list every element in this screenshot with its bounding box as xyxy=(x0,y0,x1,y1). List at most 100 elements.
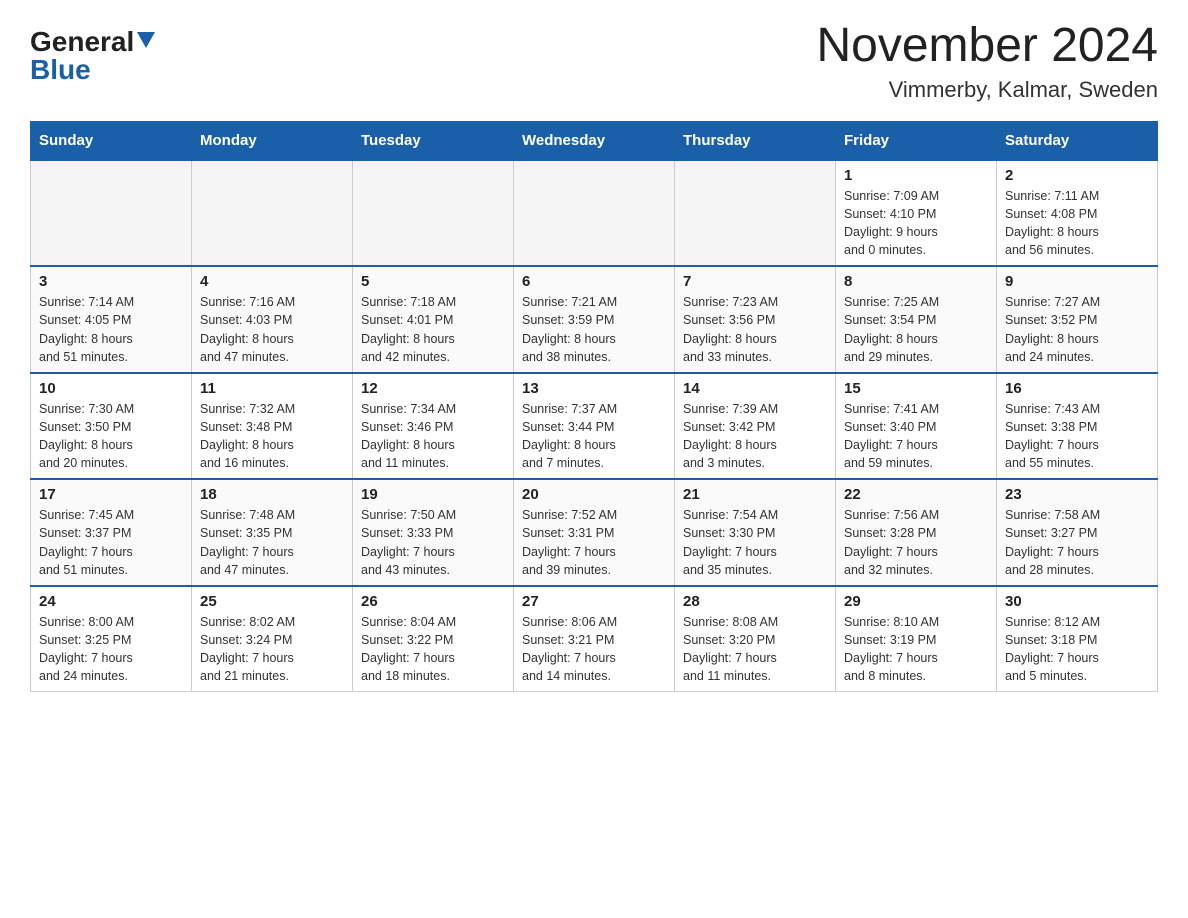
day-number: 20 xyxy=(522,486,666,503)
day-number: 18 xyxy=(200,486,344,503)
calendar-cell: 24 Sunrise: 8:00 AMSunset: 3:25 PMDayligh… xyxy=(31,586,192,692)
day-info: Sunrise: 7:41 AMSunset: 3:40 PMDaylight:… xyxy=(844,400,988,473)
day-number: 1 xyxy=(844,167,988,184)
calendar-cell: 15 Sunrise: 7:41 AMSunset: 3:40 PMDayligh… xyxy=(836,373,997,480)
day-number: 12 xyxy=(361,380,505,397)
calendar-cell: 12 Sunrise: 7:34 AMSunset: 3:46 PMDayligh… xyxy=(353,373,514,480)
day-number: 4 xyxy=(200,273,344,290)
weekday-header-saturday: Saturday xyxy=(997,121,1158,160)
calendar-cell: 18 Sunrise: 7:48 AMSunset: 3:35 PMDayligh… xyxy=(192,479,353,586)
weekday-header-row: SundayMondayTuesdayWednesdayThursdayFrid… xyxy=(31,121,1158,160)
day-number: 21 xyxy=(683,486,827,503)
day-info: Sunrise: 8:04 AMSunset: 3:22 PMDaylight:… xyxy=(361,613,505,686)
day-number: 5 xyxy=(361,273,505,290)
day-info: Sunrise: 7:34 AMSunset: 3:46 PMDaylight:… xyxy=(361,400,505,473)
calendar-cell: 19Sunrise: 7:50 AMSunset: 3:33 PMDayligh… xyxy=(353,479,514,586)
day-info: Sunrise: 7:52 AMSunset: 3:31 PMDaylight:… xyxy=(522,506,666,579)
day-info: Sunrise: 8:02 AMSunset: 3:24 PMDaylight:… xyxy=(200,613,344,686)
day-number: 24 xyxy=(39,593,183,610)
day-number: 9 xyxy=(1005,273,1149,290)
calendar-cell: 7Sunrise: 7:23 AMSunset: 3:56 PMDaylight… xyxy=(675,266,836,373)
day-number: 22 xyxy=(844,486,988,503)
calendar-cell: 10Sunrise: 7:30 AMSunset: 3:50 PMDayligh… xyxy=(31,373,192,480)
day-info: Sunrise: 7:45 AMSunset: 3:37 PMDaylight:… xyxy=(39,506,183,579)
day-number: 6 xyxy=(522,273,666,290)
month-title: November 2024 xyxy=(816,20,1158,73)
calendar-cell: 2Sunrise: 7:11 AMSunset: 4:08 PMDaylight… xyxy=(997,160,1158,267)
day-info: Sunrise: 7:56 AMSunset: 3:28 PMDaylight:… xyxy=(844,506,988,579)
weekday-header-wednesday: Wednesday xyxy=(514,121,675,160)
day-info: Sunrise: 7:32 AMSunset: 3:48 PMDaylight:… xyxy=(200,400,344,473)
location-title: Vimmerby, Kalmar, Sweden xyxy=(816,77,1158,103)
day-number: 16 xyxy=(1005,380,1149,397)
week-row-5: 24 Sunrise: 8:00 AMSunset: 3:25 PMDayligh… xyxy=(31,586,1158,692)
calendar-cell xyxy=(514,160,675,267)
calendar-cell xyxy=(353,160,514,267)
day-number: 11 xyxy=(200,380,344,397)
day-info: Sunrise: 7:58 AMSunset: 3:27 PMDaylight:… xyxy=(1005,506,1149,579)
week-row-1: 1 Sunrise: 7:09 AMSunset: 4:10 PMDaylight… xyxy=(31,160,1158,267)
day-number: 14 xyxy=(683,380,827,397)
calendar-cell: 21 Sunrise: 7:54 AMSunset: 3:30 PMDayligh… xyxy=(675,479,836,586)
day-info: Sunrise: 7:16 AMSunset: 4:03 PMDaylight:… xyxy=(200,293,344,366)
day-info: Sunrise: 7:25 AMSunset: 3:54 PMDaylight:… xyxy=(844,293,988,366)
day-info: Sunrise: 8:12 AMSunset: 3:18 PMDaylight:… xyxy=(1005,613,1149,686)
day-number: 17 xyxy=(39,486,183,503)
logo-triangle-icon xyxy=(137,32,155,48)
day-number: 2 xyxy=(1005,167,1149,184)
weekday-header-sunday: Sunday xyxy=(31,121,192,160)
day-info: Sunrise: 7:18 AMSunset: 4:01 PMDaylight:… xyxy=(361,293,505,366)
week-row-2: 3Sunrise: 7:14 AMSunset: 4:05 PMDaylight… xyxy=(31,266,1158,373)
calendar-cell: 29Sunrise: 8:10 AMSunset: 3:19 PMDayligh… xyxy=(836,586,997,692)
day-info: Sunrise: 7:54 AMSunset: 3:30 PMDaylight:… xyxy=(683,506,827,579)
logo-blue-text: Blue xyxy=(30,56,91,84)
day-number: 29 xyxy=(844,593,988,610)
weekday-header-friday: Friday xyxy=(836,121,997,160)
calendar-cell: 6 Sunrise: 7:21 AMSunset: 3:59 PMDaylight… xyxy=(514,266,675,373)
calendar-cell: 26 Sunrise: 8:04 AMSunset: 3:22 PMDayligh… xyxy=(353,586,514,692)
day-number: 13 xyxy=(522,380,666,397)
calendar-cell xyxy=(192,160,353,267)
day-info: Sunrise: 8:00 AMSunset: 3:25 PMDaylight:… xyxy=(39,613,183,686)
calendar-cell: 30 Sunrise: 8:12 AMSunset: 3:18 PMDayligh… xyxy=(997,586,1158,692)
day-info: Sunrise: 7:37 AMSunset: 3:44 PMDaylight:… xyxy=(522,400,666,473)
calendar-cell: 22 Sunrise: 7:56 AMSunset: 3:28 PMDayligh… xyxy=(836,479,997,586)
calendar-cell xyxy=(31,160,192,267)
day-info: Sunrise: 7:23 AMSunset: 3:56 PMDaylight:… xyxy=(683,293,827,366)
day-info: Sunrise: 8:08 AMSunset: 3:20 PMDaylight:… xyxy=(683,613,827,686)
day-number: 28 xyxy=(683,593,827,610)
calendar-cell: 14 Sunrise: 7:39 AMSunset: 3:42 PMDayligh… xyxy=(675,373,836,480)
calendar-cell: 1 Sunrise: 7:09 AMSunset: 4:10 PMDaylight… xyxy=(836,160,997,267)
logo-general-text: General xyxy=(30,28,134,56)
day-info: Sunrise: 7:50 AMSunset: 3:33 PMDaylight:… xyxy=(361,506,505,579)
day-info: Sunrise: 7:48 AMSunset: 3:35 PMDaylight:… xyxy=(200,506,344,579)
day-number: 26 xyxy=(361,593,505,610)
day-info: Sunrise: 7:21 AMSunset: 3:59 PMDaylight:… xyxy=(522,293,666,366)
day-number: 15 xyxy=(844,380,988,397)
calendar-cell: 5 Sunrise: 7:18 AMSunset: 4:01 PMDaylight… xyxy=(353,266,514,373)
title-area: November 2024 Vimmerby, Kalmar, Sweden xyxy=(816,20,1158,103)
calendar-cell: 8 Sunrise: 7:25 AMSunset: 3:54 PMDaylight… xyxy=(836,266,997,373)
logo: General Blue xyxy=(30,20,155,84)
day-info: Sunrise: 7:14 AMSunset: 4:05 PMDaylight:… xyxy=(39,293,183,366)
week-row-4: 17 Sunrise: 7:45 AMSunset: 3:37 PMDayligh… xyxy=(31,479,1158,586)
calendar-cell: 3Sunrise: 7:14 AMSunset: 4:05 PMDaylight… xyxy=(31,266,192,373)
calendar-cell xyxy=(675,160,836,267)
calendar-cell: 20 Sunrise: 7:52 AMSunset: 3:31 PMDayligh… xyxy=(514,479,675,586)
calendar-cell: 27Sunrise: 8:06 AMSunset: 3:21 PMDayligh… xyxy=(514,586,675,692)
day-number: 8 xyxy=(844,273,988,290)
day-number: 30 xyxy=(1005,593,1149,610)
day-info: Sunrise: 7:09 AMSunset: 4:10 PMDaylight:… xyxy=(844,187,988,260)
weekday-header-thursday: Thursday xyxy=(675,121,836,160)
calendar-cell: 9Sunrise: 7:27 AMSunset: 3:52 PMDaylight… xyxy=(997,266,1158,373)
calendar-cell: 16 Sunrise: 7:43 AMSunset: 3:38 PMDayligh… xyxy=(997,373,1158,480)
week-row-3: 10Sunrise: 7:30 AMSunset: 3:50 PMDayligh… xyxy=(31,373,1158,480)
day-info: Sunrise: 7:39 AMSunset: 3:42 PMDaylight:… xyxy=(683,400,827,473)
day-info: Sunrise: 8:06 AMSunset: 3:21 PMDaylight:… xyxy=(522,613,666,686)
day-info: Sunrise: 7:43 AMSunset: 3:38 PMDaylight:… xyxy=(1005,400,1149,473)
calendar-cell: 11 Sunrise: 7:32 AMSunset: 3:48 PMDayligh… xyxy=(192,373,353,480)
calendar-cell: 23Sunrise: 7:58 AMSunset: 3:27 PMDayligh… xyxy=(997,479,1158,586)
weekday-header-tuesday: Tuesday xyxy=(353,121,514,160)
weekday-header-monday: Monday xyxy=(192,121,353,160)
calendar-cell: 17 Sunrise: 7:45 AMSunset: 3:37 PMDayligh… xyxy=(31,479,192,586)
